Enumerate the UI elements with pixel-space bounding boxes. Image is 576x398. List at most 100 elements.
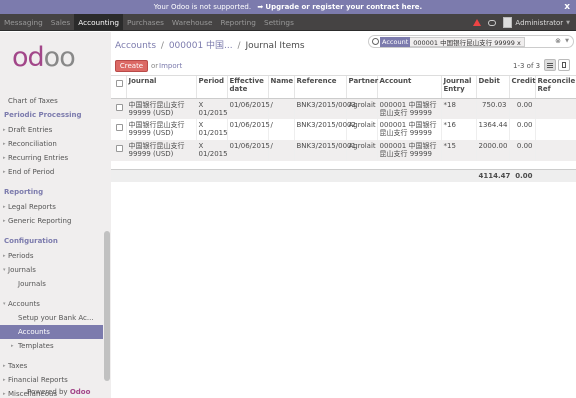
page-title: Journal Items — [245, 41, 305, 51]
sidebar-item-recurring-entries[interactable]: ▸ Recurring Entries — [0, 151, 104, 165]
form-view-button[interactable] — [558, 59, 570, 71]
cell-reconcile — [534, 140, 576, 161]
sidebar-item-taxes[interactable]: ▸ Taxes — [0, 359, 104, 373]
sidebar-item-chart-of-taxes[interactable]: Chart of Taxes — [0, 94, 104, 108]
list-view-button[interactable] — [544, 59, 556, 71]
sidebar-scrollbar[interactable] — [103, 32, 111, 398]
sidebar-item-templates[interactable]: ▸ Templates — [0, 339, 104, 353]
col-credit[interactable]: Credit — [508, 76, 536, 99]
sidebar-item-financial-reports[interactable]: ▸ Financial Reports — [0, 373, 104, 387]
cell-name: / — [267, 119, 294, 140]
sidebar-item-draft-entries[interactable]: ▸ Draft Entries — [0, 123, 104, 137]
search-input[interactable]: Account 000001 中国银行昆山支行 99999 x ⊗ ▼ — [368, 35, 574, 48]
menu-reporting[interactable]: Reporting — [216, 14, 259, 31]
cell-reference: BNK3/2015/0002 — [293, 119, 356, 140]
col-name[interactable]: Name — [267, 76, 294, 99]
totals-row: 4114.47 0.00 — [111, 168, 576, 182]
col-partner[interactable]: Partner — [345, 76, 378, 99]
row-checkbox[interactable] — [116, 103, 123, 111]
facet-remove-icon[interactable]: x — [517, 39, 521, 47]
list-view-icon — [547, 63, 553, 64]
sidebar-item-setup-bank[interactable]: Setup your Bank Ac... — [0, 311, 104, 325]
main-menu: Messaging Sales Accounting Purchases War… — [0, 14, 298, 31]
menu-messaging[interactable]: Messaging — [0, 14, 47, 31]
sidebar-item-periods[interactable]: ▸ Periods — [0, 249, 104, 263]
pager[interactable]: 1-3 of 3 — [513, 62, 540, 70]
main-content: Accounts / 000001 中国... / Journal Items … — [111, 32, 576, 398]
odoo-logo[interactable]: odoo — [12, 41, 98, 75]
col-journal[interactable]: Journal — [125, 76, 196, 99]
total-credit: 0.00 — [508, 168, 535, 182]
caret-right-icon: ▸ — [3, 391, 6, 397]
topbar-right: Administrator ▼ — [473, 14, 570, 31]
cell-journal-entry: *16 — [440, 119, 476, 140]
sidebar-nav: Chart of Taxes Periodic Processing ▸ Draf… — [0, 94, 104, 398]
sidebar-item-journals-sub[interactable]: Journals — [0, 277, 104, 291]
col-period[interactable]: Period — [195, 76, 227, 99]
sidebar-item-journals[interactable]: ▾ Journals — [0, 263, 104, 277]
menu-sales[interactable]: Sales — [47, 14, 74, 31]
cell-date: 01/06/2015 — [226, 119, 270, 140]
row-checkbox[interactable] — [116, 124, 123, 131]
sidebar-item-legal-reports[interactable]: ▸ Legal Reports — [0, 200, 104, 214]
cell-debit: 1364.44 — [475, 119, 509, 140]
top-navbar: Messaging Sales Accounting Purchases War… — [0, 14, 576, 31]
table-header: Journal Period Effective date Name Refer… — [111, 76, 576, 99]
cell-credit: 0.00 — [508, 119, 535, 140]
import-button[interactable]: Import — [159, 62, 182, 70]
cell-reference: BNK3/2015/0003 — [293, 98, 356, 119]
announcement-text: Your Odoo is not supported. — [153, 3, 252, 11]
sidebar-item-accounts[interactable]: ▾ Accounts — [0, 297, 104, 311]
cell-credit: 0.00 — [508, 98, 535, 119]
search-facet-label: Account — [380, 37, 411, 47]
user-menu[interactable]: Administrator ▼ — [503, 17, 570, 28]
menu-settings[interactable]: Settings — [260, 14, 298, 31]
select-all-cell — [111, 76, 126, 99]
clear-search-icon[interactable]: ⊗ — [555, 37, 561, 45]
table-row[interactable]: 中国银行昆山支行 99999 (USD) X 01/2015 01/06/201… — [111, 119, 576, 140]
avatar — [503, 17, 513, 28]
cell-period: X 01/2015 — [195, 140, 228, 161]
menu-warehouse[interactable]: Warehouse — [168, 14, 217, 31]
col-reference[interactable]: Reference — [293, 76, 346, 99]
chat-icon[interactable] — [488, 19, 497, 26]
row-checkbox[interactable] — [116, 145, 123, 152]
search-icon[interactable] — [372, 38, 379, 45]
create-button[interactable]: Create — [115, 60, 148, 72]
menu-purchases[interactable]: Purchases — [123, 14, 168, 31]
powered-by-link[interactable]: Odoo — [70, 388, 91, 396]
menu-accounting[interactable]: Accounting — [74, 14, 123, 31]
scrollbar-thumb[interactable] — [104, 231, 110, 381]
col-debit[interactable]: Debit — [475, 76, 509, 99]
form-view-icon — [562, 62, 566, 68]
sidebar-section-periodic: Periodic Processing — [4, 111, 82, 119]
caret-right-icon: ▸ — [3, 363, 6, 369]
cell-journal: 中国银行昆山支行 99999 (USD) — [125, 119, 196, 140]
col-effective-date[interactable]: Effective date — [226, 76, 268, 99]
search-facet[interactable]: Account 000001 中国银行昆山支行 99999 x — [380, 37, 525, 47]
sidebar-item-reconciliation[interactable]: ▸ Reconciliation — [0, 137, 104, 151]
sidebar-item-end-of-period[interactable]: ▸ End of Period — [0, 165, 104, 179]
breadcrumb-account[interactable]: 000001 中国... — [169, 41, 233, 51]
close-icon[interactable]: x — [564, 0, 570, 14]
col-reconcile-ref[interactable]: Reconcile Ref — [534, 76, 576, 99]
search-options-icon[interactable]: ▼ — [565, 38, 569, 44]
sidebar-item-accounts-sub[interactable]: Accounts — [0, 325, 104, 339]
user-name: Administrator — [515, 18, 564, 27]
select-all-checkbox[interactable] — [116, 80, 123, 87]
table-row[interactable]: 中国银行昆山支行 99999 (USD) X 01/2015 01/06/201… — [111, 140, 576, 161]
warning-icon[interactable] — [473, 19, 482, 26]
cell-partner: Agrolait — [345, 98, 377, 119]
cell-journal: 中国银行昆山支行 99999 (USD) — [125, 140, 196, 161]
upgrade-link[interactable]: Upgrade or register your contract here. — [265, 3, 422, 11]
breadcrumb-accounts[interactable]: Accounts — [115, 41, 156, 51]
table-row[interactable]: 中国银行昆山支行 99999 (USD) X 01/2015 01/06/201… — [111, 98, 576, 119]
col-account[interactable]: Account — [376, 76, 441, 99]
cell-partner: Agrolait — [345, 119, 377, 140]
or-label: or — [151, 62, 159, 70]
sidebar-item-generic-reporting[interactable]: ▸ Generic Reporting — [0, 214, 104, 228]
chevron-down-icon: ▼ — [566, 19, 570, 26]
cell-date: 01/06/2015 — [226, 98, 270, 119]
cell-account: 000001 中国银行昆山支行 99999 — [376, 119, 441, 140]
col-journal-entry[interactable]: Journal Entry — [440, 76, 476, 99]
